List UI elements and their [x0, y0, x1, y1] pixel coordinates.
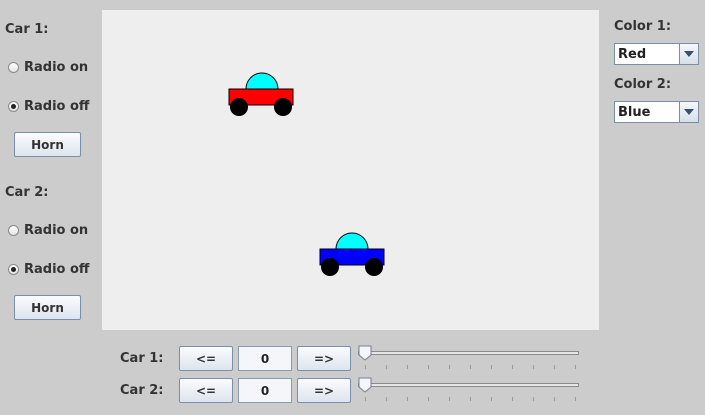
car1-slider[interactable] [356, 343, 581, 373]
car1-radio-on-label: Radio on [24, 60, 89, 75]
car2-radio-on-label: Radio on [24, 223, 89, 238]
car2-dome [335, 232, 369, 250]
color1-select[interactable]: Red [614, 43, 699, 65]
radio-unselected-icon [8, 225, 19, 236]
drawing-canvas [102, 10, 599, 330]
bottom-car1-label: Car 1: [120, 351, 164, 366]
car2-slider[interactable] [356, 375, 581, 405]
chevron-down-icon[interactable] [679, 44, 698, 64]
car1-dome [245, 72, 279, 90]
car1-slider-thumb[interactable] [358, 345, 372, 361]
radio-selected-icon [8, 264, 19, 275]
car2-slider-ticks [356, 375, 581, 405]
car1-wheel-left [230, 98, 248, 116]
car2-radio-off[interactable]: Radio off [8, 262, 89, 277]
car2-horn-button[interactable]: Horn [14, 295, 81, 320]
car2-move-left-button[interactable]: <= [179, 378, 233, 403]
radio-unselected-icon [8, 62, 19, 73]
car2-slider-thumb[interactable] [358, 377, 372, 393]
car2-wheel-left [321, 258, 339, 276]
car1-move-left-button[interactable]: <= [179, 346, 233, 371]
radio-selected-icon [8, 101, 19, 112]
car1-wheel-right [274, 98, 292, 116]
car2-position-field[interactable]: 0 [238, 378, 292, 403]
car2-graphic [319, 232, 385, 276]
car2-label: Car 2: [5, 185, 49, 200]
car1-graphic [228, 72, 294, 116]
car1-slider-ticks [356, 343, 581, 373]
car1-radio-on[interactable]: Radio on [8, 60, 88, 75]
car1-label: Car 1: [5, 22, 49, 37]
cars-drawing [228, 72, 385, 276]
car2-radio-off-label: Radio off [24, 262, 90, 277]
car2-wheel-right [365, 258, 383, 276]
chevron-down-icon[interactable] [679, 102, 698, 122]
car1-horn-button[interactable]: Horn [14, 132, 81, 157]
car1-move-right-button[interactable]: => [297, 346, 351, 371]
car1-radio-off[interactable]: Radio off [8, 99, 89, 114]
car1-radio-off-label: Radio off [24, 99, 90, 114]
color2-select[interactable]: Blue [614, 101, 699, 123]
car2-radio-on[interactable]: Radio on [8, 223, 88, 238]
car1-position-field[interactable]: 0 [238, 346, 292, 371]
color2-selected-value: Blue [618, 104, 651, 120]
car2-move-right-button[interactable]: => [297, 378, 351, 403]
bottom-car2-label: Car 2: [120, 383, 164, 398]
color1-label: Color 1: [614, 19, 672, 34]
color2-label: Color 2: [614, 77, 672, 92]
color1-selected-value: Red [618, 46, 647, 62]
